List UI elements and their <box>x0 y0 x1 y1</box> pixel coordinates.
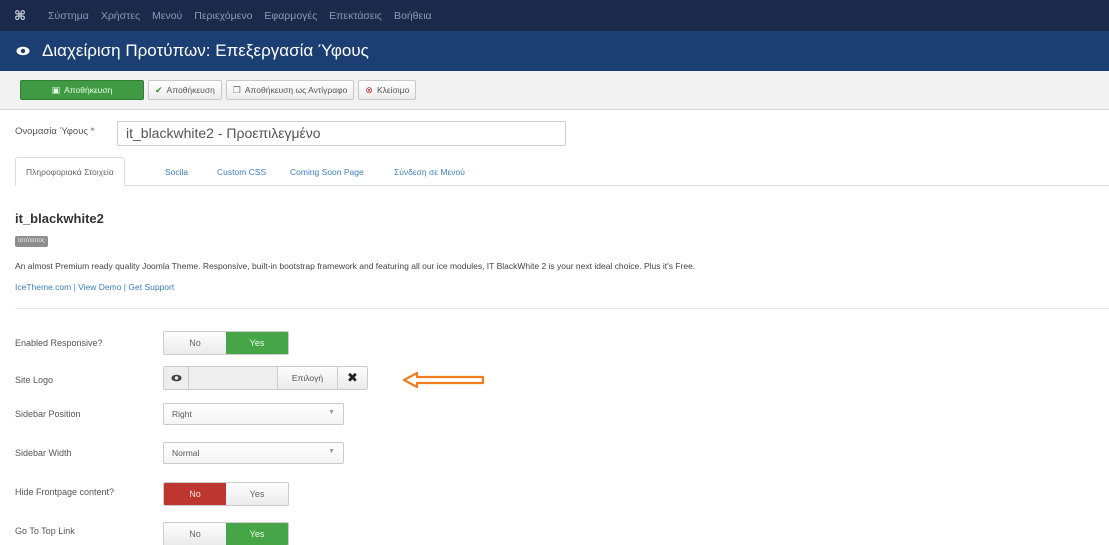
template-description: An almost Premium ready quality Joomla T… <box>15 261 696 271</box>
close-circle-icon: ⊗ <box>365 84 373 95</box>
clear-icon[interactable]: ✖ <box>337 367 367 389</box>
menu-content[interactable]: Περιεχόμενο <box>194 10 252 22</box>
save-button-label: Αποθήκευση <box>64 85 113 95</box>
site-badge: Ιστότοπος <box>15 236 48 247</box>
chevron-down-icon: ▼ <box>328 409 335 416</box>
page-title: Διαχείριση Προτύπων: Επεξεργασία Ύφους <box>42 41 369 60</box>
sidebar-width-value: Normal <box>172 448 200 458</box>
go-to-top-toggle[interactable]: No Yes <box>163 522 289 545</box>
sidebar-position-select[interactable]: Right ▼ <box>163 403 344 425</box>
menu-system[interactable]: Σύστημα <box>48 10 89 22</box>
save-as-copy-button[interactable]: ❐ Αποθήκευση ως Αντίγραφο <box>225 80 355 100</box>
responsive-toggle[interactable]: No Yes <box>163 331 289 355</box>
sidebar-width-select[interactable]: Normal ▼ <box>163 442 344 464</box>
eye-icon <box>16 44 42 59</box>
menu-extensions[interactable]: Επεκτάσεις <box>329 10 382 22</box>
site-logo-path-input[interactable] <box>189 367 277 389</box>
save-button[interactable]: ▣ Αποθήκευση <box>20 80 144 100</box>
tab-bar: Πληροφοριακά Στοιχεία Socila Custom CSS … <box>15 157 1109 186</box>
toolbar: ▣ Αποθήκευση ✔ Αποθήκευση ❐ Αποθήκευση ω… <box>0 71 1109 110</box>
save-as-copy-label: Αποθήκευση ως Αντίγραφο <box>244 85 348 95</box>
tab-coming-soon[interactable]: Coming Soon Page <box>280 157 374 186</box>
hide-frontpage-no-option[interactable]: No <box>164 483 226 505</box>
menu-menus[interactable]: Μενού <box>152 10 182 22</box>
menu-components[interactable]: Εφαρμογές <box>264 10 317 22</box>
template-name: it_blackwhite2 <box>15 211 104 226</box>
style-name-input[interactable]: it_blackwhite2 - Προεπιλεγμένο <box>117 121 566 146</box>
template-links[interactable]: IceTheme.com | View Demo | Get Support <box>15 282 174 292</box>
joomla-logo-icon[interactable]: ⌘ <box>14 8 36 24</box>
sidebar-width-label: Sidebar Width <box>15 448 72 458</box>
menu-users[interactable]: Χρήστες <box>101 10 140 22</box>
admin-menu-bar: ⌘ Σύστημα Χρήστες Μενού Περιεχόμενο Εφαρ… <box>0 0 1109 31</box>
copy-icon: ❐ <box>232 84 241 95</box>
responsive-yes-option[interactable]: Yes <box>226 332 288 354</box>
save-and-close-label: Αποθήκευση <box>166 85 215 95</box>
eye-icon[interactable] <box>164 367 189 389</box>
go-to-top-yes-option[interactable]: Yes <box>226 523 288 545</box>
tab-menu-assignment[interactable]: Σύνδεση σε Μενού <box>384 157 475 186</box>
chevron-down-icon: ▼ <box>328 448 335 455</box>
tab-details[interactable]: Πληροφοριακά Στοιχεία <box>15 157 125 186</box>
tab-social[interactable]: Socila <box>155 157 198 186</box>
save-and-close-button[interactable]: ✔ Αποθήκευση <box>148 80 222 100</box>
responsive-label: Enabled Responsive? <box>15 338 103 348</box>
hide-frontpage-label: Hide Frontpage content? <box>15 487 115 497</box>
page-title-bar: Διαχείριση Προτύπων: Επεξεργασία Ύφους <box>0 31 1109 71</box>
go-to-top-label: Go To Top Link <box>15 526 75 536</box>
site-logo-media-field: Επιλογή ✖ <box>163 366 368 390</box>
save-icon: ▣ <box>51 84 61 95</box>
menu-help[interactable]: Βοήθεια <box>394 10 432 22</box>
responsive-no-option[interactable]: No <box>164 332 226 354</box>
go-to-top-no-option[interactable]: No <box>164 523 226 545</box>
site-logo-label: Site Logo <box>15 375 54 385</box>
site-logo-select-button[interactable]: Επιλογή <box>277 367 337 389</box>
tab-custom-css[interactable]: Custom CSS <box>207 157 276 186</box>
close-button-label: Κλείσιμο <box>376 85 410 95</box>
sidebar-position-label: Sidebar Position <box>15 409 81 419</box>
divider <box>15 308 1109 309</box>
sidebar-position-value: Right <box>172 409 192 419</box>
annotation-arrow-icon <box>403 372 485 388</box>
hide-frontpage-yes-option[interactable]: Yes <box>226 483 288 505</box>
close-button[interactable]: ⊗ Κλείσιμο <box>358 80 417 100</box>
check-icon: ✔ <box>155 84 163 95</box>
style-name-label: Ονομασία Ύφους * <box>15 126 95 137</box>
hide-frontpage-toggle[interactable]: No Yes <box>163 482 289 506</box>
